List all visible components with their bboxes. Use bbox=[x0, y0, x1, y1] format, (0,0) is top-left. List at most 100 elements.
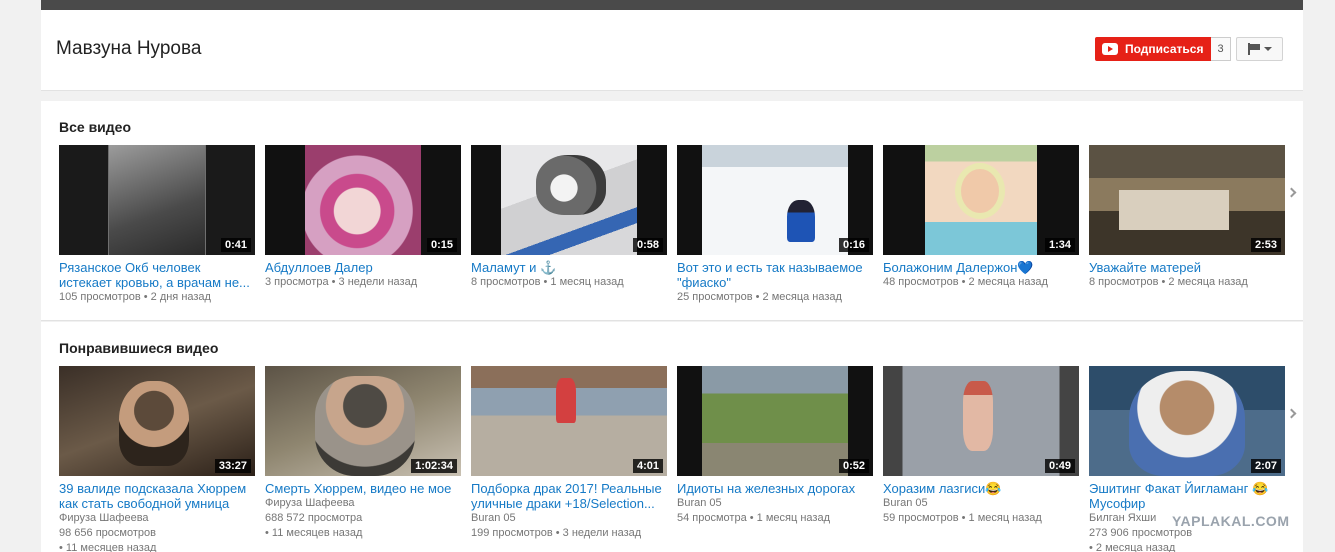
video-age: 1 месяц назад bbox=[550, 276, 624, 288]
watermark: YAPLAKAL.COM bbox=[1172, 513, 1290, 529]
video-card: 0:16 Вот это и есть так называемое "фиас… bbox=[677, 145, 873, 305]
video-age: 3 недели назад bbox=[562, 527, 642, 539]
flag-button[interactable] bbox=[1236, 37, 1283, 61]
video-age-line: • 11 месяцев назад bbox=[265, 527, 363, 539]
video-title-link[interactable]: Смерть Хюррем, видео не мое bbox=[265, 481, 461, 496]
channel-title: Мавзуна Нурова bbox=[56, 38, 202, 59]
video-author[interactable]: Фируза Шафеева bbox=[265, 496, 461, 511]
video-title-link[interactable]: Вот это и есть так называемое "фиаско" bbox=[677, 260, 873, 290]
video-title-link[interactable]: Подборка драк 2017! Реальные уличные дра… bbox=[471, 481, 667, 511]
video-title-link[interactable]: Идиоты на железных дорогах bbox=[677, 481, 873, 496]
video-age: 2 месяца назад bbox=[762, 291, 842, 303]
video-age: 2 месяца назад bbox=[1095, 542, 1176, 552]
video-card: 1:34 Болажоним Далержон💙 48 просмотров •… bbox=[883, 145, 1079, 305]
video-thumbnail[interactable]: 1:34 bbox=[883, 145, 1079, 255]
section-title[interactable]: Понравившиеся видео bbox=[59, 340, 218, 356]
video-thumbnail[interactable]: 0:58 bbox=[471, 145, 667, 255]
video-age: 11 месяцев назад bbox=[271, 527, 363, 539]
video-age: 2 месяца назад bbox=[1168, 276, 1248, 288]
video-duration: 0:15 bbox=[426, 238, 457, 252]
section-liked-videos: Понравившиеся видео 33:27 39 валиде подс… bbox=[41, 322, 1303, 552]
video-card: 0:15 Абдуллоев Далер 3 просмотра • 3 нед… bbox=[265, 145, 461, 305]
video-meta: 8 просмотров • 1 месяц назад bbox=[471, 276, 624, 288]
video-duration: 0:49 bbox=[1044, 459, 1075, 473]
video-title-link[interactable]: 39 валиде подсказала Хюррем как стать св… bbox=[59, 481, 255, 511]
video-views: 59 просмотров bbox=[883, 512, 959, 524]
video-age: 1 месяц назад bbox=[756, 512, 830, 524]
video-meta: 3 просмотра • 3 недели назад bbox=[265, 276, 418, 288]
video-duration: 1:34 bbox=[1044, 238, 1075, 252]
video-age-line: • 2 месяца назад bbox=[1089, 542, 1176, 552]
subscribe-button[interactable]: Подписаться bbox=[1095, 37, 1212, 61]
video-age: 11 месяцев назад bbox=[65, 542, 157, 552]
video-duration: 33:27 bbox=[214, 459, 251, 473]
video-views: 688 572 просмотра bbox=[265, 512, 363, 524]
video-views: 3 просмотра bbox=[265, 276, 329, 288]
video-meta: 105 просмотров • 2 дня назад bbox=[59, 291, 211, 303]
video-title-link[interactable]: Эшитинг Факат Йигламанг 😂 Мусофир bbox=[1089, 481, 1285, 511]
video-duration: 0:58 bbox=[632, 238, 663, 252]
video-duration: 4:01 bbox=[632, 459, 663, 473]
video-meta: 199 просмотров • 3 недели назад bbox=[471, 527, 642, 539]
video-views: 199 просмотров bbox=[471, 527, 553, 539]
video-card: 0:41 Рязанское Окб человек истекает кров… bbox=[59, 145, 255, 305]
video-title-link[interactable]: Хоразим лазгиси😂 bbox=[883, 481, 1079, 496]
video-duration: 0:41 bbox=[220, 238, 251, 252]
video-author[interactable]: Buran 05 bbox=[677, 496, 873, 511]
video-row: 0:41 Рязанское Окб человек истекает кров… bbox=[59, 145, 1295, 305]
video-thumbnail[interactable]: 2:07 bbox=[1089, 366, 1285, 476]
video-thumbnail[interactable]: 0:15 bbox=[265, 145, 461, 255]
video-row: 33:27 39 валиде подсказала Хюррем как ст… bbox=[59, 366, 1295, 552]
section-title[interactable]: Все видео bbox=[59, 119, 131, 135]
video-card: 0:49 Хоразим лазгиси😂 Buran 05 59 просмо… bbox=[883, 366, 1079, 552]
video-author[interactable]: Buran 05 bbox=[883, 496, 1079, 511]
video-title-link[interactable]: Болажоним Далержон💙 bbox=[883, 260, 1079, 275]
video-card: 4:01 Подборка драк 2017! Реальные уличны… bbox=[471, 366, 667, 552]
video-duration: 2:53 bbox=[1250, 238, 1281, 252]
youtube-play-icon bbox=[1102, 43, 1118, 55]
subscriber-count: 3 bbox=[1211, 37, 1231, 61]
video-age: 2 дня назад bbox=[150, 291, 211, 303]
video-meta: 59 просмотров • 1 месяц назад bbox=[883, 512, 1042, 524]
flag-icon bbox=[1247, 43, 1261, 55]
video-views: 105 просмотров bbox=[59, 291, 141, 303]
video-thumbnail[interactable]: 0:52 bbox=[677, 366, 873, 476]
video-thumbnail[interactable]: 0:16 bbox=[677, 145, 873, 255]
video-card: 33:27 39 валиде подсказала Хюррем как ст… bbox=[59, 366, 255, 552]
video-meta: 48 просмотров • 2 месяца назад bbox=[883, 276, 1048, 288]
section-all-videos: Все видео 0:41 Рязанское Окб человек ист… bbox=[41, 101, 1303, 321]
video-title-link[interactable]: Уважайте матерей bbox=[1089, 260, 1285, 275]
video-card: 0:58 Маламут и ⚓ 8 просмотров • 1 месяц … bbox=[471, 145, 667, 305]
video-thumbnail[interactable]: 0:41 bbox=[59, 145, 255, 255]
video-thumbnail[interactable]: 2:53 bbox=[1089, 145, 1285, 255]
video-duration: 0:52 bbox=[838, 459, 869, 473]
video-title-link[interactable]: Маламут и ⚓ bbox=[471, 260, 667, 275]
video-card: 0:52 Идиоты на железных дорогах Buran 05… bbox=[677, 366, 873, 552]
video-thumbnail[interactable]: 33:27 bbox=[59, 366, 255, 476]
video-age: 3 недели назад bbox=[338, 276, 418, 288]
caret-down-icon bbox=[1263, 47, 1272, 51]
video-title-link[interactable]: Рязанское Окб человек истекает кровью, а… bbox=[59, 260, 255, 290]
video-title-link[interactable]: Абдуллоев Далер bbox=[265, 260, 461, 275]
video-card: 2:53 Уважайте матерей 8 просмотров • 2 м… bbox=[1089, 145, 1285, 305]
video-views: 8 просмотров bbox=[471, 276, 541, 288]
video-duration: 0:16 bbox=[838, 238, 869, 252]
video-meta: 8 просмотров • 2 месяца назад bbox=[1089, 276, 1248, 288]
video-author[interactable]: Фируза Шафеева bbox=[59, 511, 255, 526]
video-age: 2 месяца назад bbox=[968, 276, 1048, 288]
video-age-line: • 11 месяцев назад bbox=[59, 542, 157, 552]
video-views: 8 просмотров bbox=[1089, 276, 1159, 288]
subscribe-label: Подписаться bbox=[1125, 42, 1204, 56]
top-bar bbox=[41, 0, 1303, 10]
video-card: 1:02:34 Смерть Хюррем, видео не мое Фиру… bbox=[265, 366, 461, 552]
video-thumbnail[interactable]: 0:49 bbox=[883, 366, 1079, 476]
video-views: 48 просмотров bbox=[883, 276, 959, 288]
video-age: 1 месяц назад bbox=[968, 512, 1042, 524]
video-thumbnail[interactable]: 1:02:34 bbox=[265, 366, 461, 476]
video-duration: 2:07 bbox=[1250, 459, 1281, 473]
video-thumbnail[interactable]: 4:01 bbox=[471, 366, 667, 476]
video-duration: 1:02:34 bbox=[411, 459, 457, 473]
video-author[interactable]: Buran 05 bbox=[471, 511, 667, 526]
video-views: 98 656 просмотров bbox=[59, 527, 156, 539]
channel-header: Мавзуна Нурова Подписаться 3 bbox=[41, 10, 1303, 91]
